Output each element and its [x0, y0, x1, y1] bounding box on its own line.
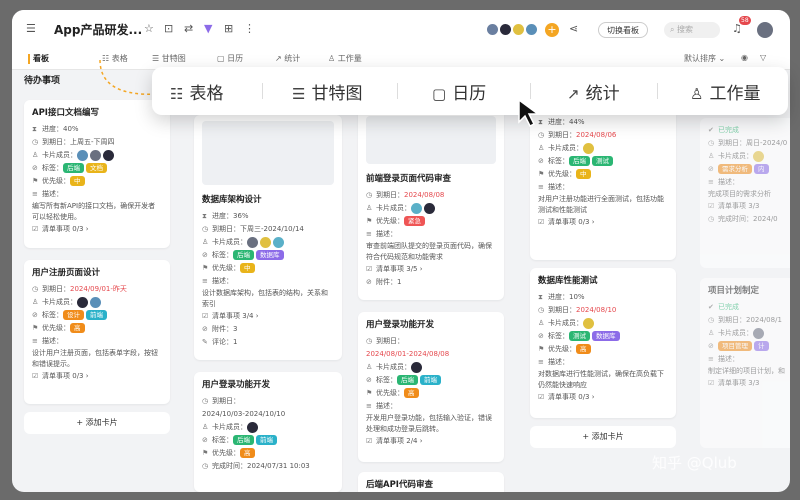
add-card-button[interactable]: + 添加卡片: [24, 412, 170, 434]
share-icon[interactable]: ⋖: [569, 22, 578, 35]
notification-badge: 58: [739, 16, 751, 25]
card-requirements[interactable]: ✔ 已完成 ◷ 到期日：周日-2024/0 ♙ 卡片成员： ⊘ 需求分析内 ≡ 描述： 完…: [700, 118, 790, 268]
card-title: 用户登录功能开发: [366, 320, 435, 330]
card-register-design[interactable]: 用户注册页面设计 ◷ 到期日：2024/09/01-昨天 ♙ 卡片成员： ⊘ 标签：设…: [24, 260, 170, 404]
shirt-icon[interactable]: ▼: [204, 22, 212, 35]
add-member-icon[interactable]: +: [545, 23, 559, 37]
tab-kanban[interactable]: 看板: [28, 53, 49, 64]
card-description: 设计用户注册页面，包括表单字段，按钮和错误提示。: [32, 349, 158, 368]
sliders-icon[interactable]: ⇄: [184, 22, 193, 35]
sort-dropdown[interactable]: 默认排序 ⌄: [684, 53, 725, 64]
card-backend-review[interactable]: 后端API代码审查: [358, 472, 504, 492]
card-api-docs[interactable]: API接口文档编写 ⧗ 进度：40% ◷ 到期日：上周五-下周四 ♙ 卡片成员： ⊘ 标…: [24, 100, 170, 248]
user-avatar[interactable]: [757, 22, 773, 38]
card-project-plan[interactable]: 项目计划制定 ✔ 已完成 ◷ 到期日：2024/08/1 ♙ 卡片成员： ⊘ 项目管理计…: [700, 278, 790, 448]
card-db-perf[interactable]: 数据库性能测试 ⧗ 进度：10% ◷ 到期日：2024/08/10 ♙ 卡片成员： ⊘…: [530, 268, 676, 418]
switch-board-button[interactable]: 切换看板: [598, 22, 648, 38]
card-db-arch[interactable]: 数据库架构设计 ⧗ 进度：36% ◷ 到期日：下周三-2024/10/14 ♙ 卡片成…: [194, 115, 342, 360]
top-bar: ☰ App产品研发... ☆ ⊡ ⇄ ▼ ⊞ ⋮ + ⋖ 切换看板 ⌕ 搜索 ♫…: [12, 10, 790, 48]
card-title: 用户注册页面设计: [32, 268, 101, 278]
card-register-test[interactable]: ⧗ 进度：44% ◷ 到期日：2024/08/06 ♙ 卡片成员： ⊘ 标签： 后端 测试 …: [530, 110, 676, 260]
card-cover-image: [366, 116, 496, 164]
tab-workload[interactable]: ♙ 工作量: [328, 53, 362, 64]
card-description: 完成项目的需求分析: [708, 190, 771, 198]
float-tab-calendar[interactable]: ▢ 日历: [432, 79, 486, 104]
search-placeholder: 搜索: [677, 25, 694, 34]
card-title: 项目计划制定: [708, 286, 760, 296]
add-card-button[interactable]: + 添加卡片: [530, 426, 676, 448]
board-title[interactable]: App产品研发...: [54, 21, 142, 38]
filter-icon[interactable]: ▽: [760, 53, 766, 62]
card-description: 设计数据库架构，包括表的结构，关系和索引: [202, 289, 328, 308]
member-avatars[interactable]: [487, 24, 539, 35]
card-description: 审查前端团队提交的登录页面代码，确保符合代码规范和功能需求: [366, 242, 492, 261]
card-title: API接口文档编写: [32, 108, 99, 118]
card-title: 数据库架构设计: [202, 195, 262, 205]
tab-stats[interactable]: ↗ 统计: [275, 53, 300, 64]
card-description: 对用户注册功能进行全面测试，包括功能测试和性能测试: [538, 195, 664, 214]
float-tab-workload[interactable]: ♙ 工作量: [690, 79, 760, 104]
cursor-icon: [518, 98, 541, 128]
menu-icon[interactable]: ☰: [26, 22, 36, 35]
card-login-dev-a[interactable]: 用户登录功能开发 ◷ 到期日： 2024/10/03-2024/10/10 ♙ 卡片…: [194, 372, 342, 492]
card-title: 前端登录页面代码审查: [366, 174, 452, 184]
card-description: 对数据库进行性能测试，确保在高负载下仍然能快速响应: [538, 370, 664, 389]
card-title: 用户登录功能开发: [202, 380, 271, 390]
eye-icon[interactable]: ◉: [741, 53, 748, 62]
card-description: 制定详细的项目计划，和: [708, 367, 785, 375]
card-description: 编写所有新API的接口文档，确保开发者可以轻松使用。: [32, 202, 156, 221]
watermark: 知乎 @Qlub: [652, 454, 737, 472]
float-tab-gantt[interactable]: ☰ 甘特图: [292, 79, 362, 104]
star-icon[interactable]: ☆: [144, 22, 154, 35]
more-icon[interactable]: ⋮: [244, 22, 255, 35]
card-description: 开发用户登录功能，包括输入验证，错误处理和成功登录后跳转。: [366, 414, 492, 433]
float-tab-table[interactable]: ☷ 表格: [170, 79, 223, 104]
card-cover-image: [202, 121, 334, 185]
float-tab-stats[interactable]: ↗ 统计: [567, 79, 620, 104]
bot-icon[interactable]: ⊞: [224, 22, 233, 35]
card-title: 数据库性能测试: [538, 276, 598, 286]
lock-icon[interactable]: ⊡: [164, 22, 173, 35]
card-login-dev-b[interactable]: 用户登录功能开发 ◷ 到期日： 2024/08/01-2024/08/08 ♙ 卡片…: [358, 312, 504, 462]
view-switcher-popup: ☷ 表格 ☰ 甘特图 ▢ 日历 ↗ 统计 ♙ 工作量: [152, 67, 788, 115]
tab-calendar[interactable]: ▢ 日历: [217, 53, 243, 64]
search-input[interactable]: ⌕ 搜索: [664, 22, 720, 38]
card-title: 后端API代码审查: [366, 480, 433, 490]
card-frontend-review[interactable]: 前端登录页面代码审查 ◷ 到期日：2024/08/08 ♙ 卡片成员： ⚑ 优先级：紧…: [358, 110, 504, 300]
